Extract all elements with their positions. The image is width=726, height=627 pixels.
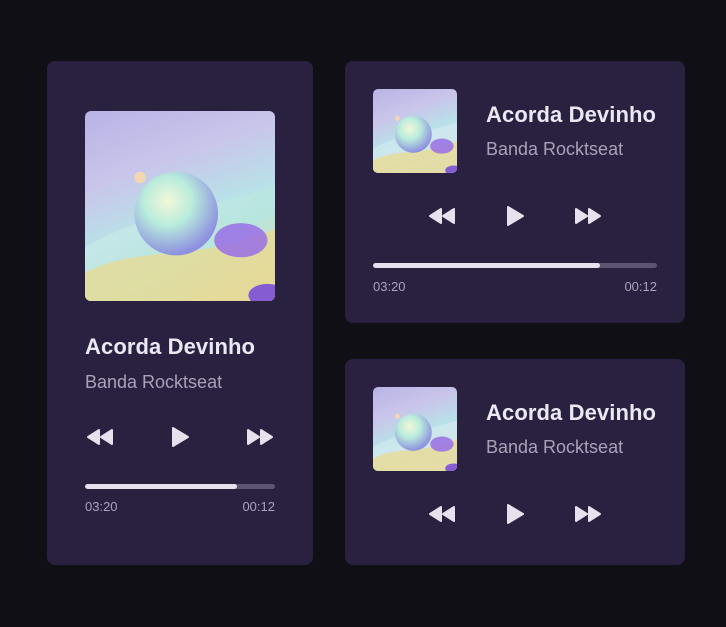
play-button[interactable] [165, 425, 195, 449]
album-art [373, 387, 457, 471]
progress-fill [85, 484, 237, 489]
progress-bar[interactable] [85, 484, 275, 489]
player-card-large: Acorda Devinho Banda Rocktseat 03:20 00:… [47, 61, 313, 565]
rewind-button[interactable] [427, 502, 457, 526]
fast-forward-icon [575, 506, 601, 522]
player-card-mini: Acorda Devinho Banda Rocktseat [345, 359, 685, 565]
playback-controls [427, 502, 603, 526]
fast-forward-button[interactable] [573, 502, 603, 526]
album-art [373, 89, 457, 173]
fast-forward-button[interactable] [573, 204, 603, 228]
rewind-icon [429, 208, 455, 224]
remaining-time: 00:12 [624, 279, 657, 294]
player-card-compact: Acorda Devinho Banda Rocktseat 03:20 00:… [345, 61, 685, 323]
play-button[interactable] [500, 502, 530, 526]
play-icon [507, 504, 524, 524]
album-art [85, 111, 275, 301]
rewind-icon [429, 506, 455, 522]
track-title: Acorda Devinho [486, 400, 657, 425]
track-title: Acorda Devinho [486, 102, 657, 127]
playback-controls [427, 204, 603, 228]
rewind-button[interactable] [85, 425, 115, 449]
play-button[interactable] [500, 204, 530, 228]
fast-forward-icon [575, 208, 601, 224]
elapsed-time: 03:20 [373, 279, 406, 294]
rewind-icon [87, 429, 113, 445]
track-title: Acorda Devinho [85, 334, 256, 359]
progress-bar[interactable] [373, 263, 657, 268]
rewind-button[interactable] [427, 204, 457, 228]
fast-forward-icon [247, 429, 273, 445]
play-icon [172, 427, 189, 447]
artist-name: Banda Rocktseat [85, 372, 223, 392]
fast-forward-button[interactable] [245, 425, 275, 449]
elapsed-time: 03:20 [85, 499, 118, 514]
play-icon [507, 206, 524, 226]
artist-name: Banda Rocktseat [486, 139, 624, 159]
remaining-time: 00:12 [242, 499, 275, 514]
music-player-showcase: Acorda Devinho Banda Rocktseat 03:20 00:… [0, 0, 726, 627]
progress-fill [373, 263, 601, 268]
artist-name: Banda Rocktseat [486, 437, 624, 457]
playback-controls [85, 425, 275, 449]
